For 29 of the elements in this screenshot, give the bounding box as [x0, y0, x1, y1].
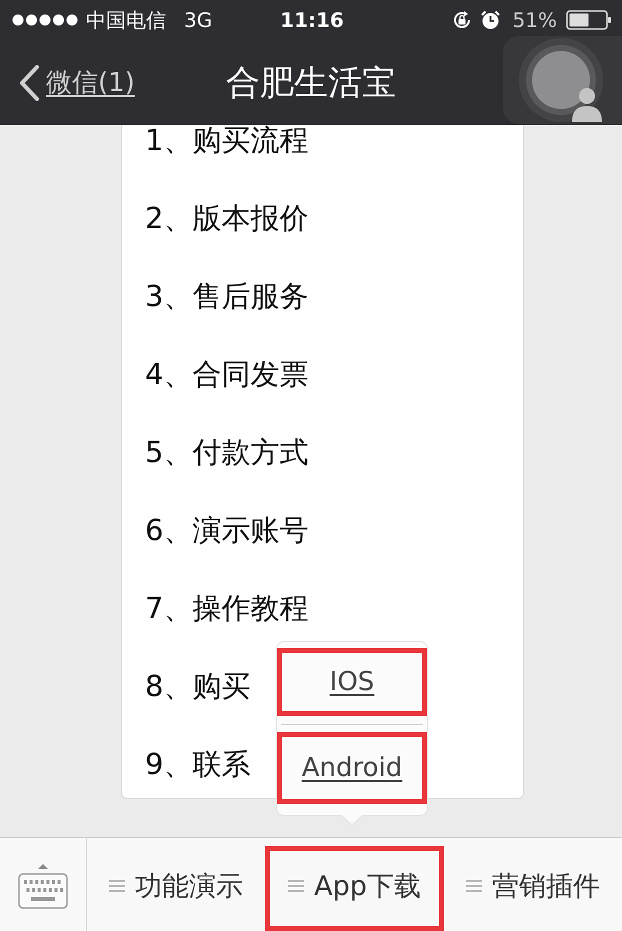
menu-tab[interactable]: App下载 — [265, 846, 444, 931]
floating-button[interactable] — [503, 36, 622, 124]
signal-dots-icon — [12, 14, 78, 26]
menu-text-line: 1、购买流程 — [145, 125, 308, 155]
menu-text-line: 4、合同发票 — [145, 359, 308, 389]
popup-menu-item[interactable]: IOS — [277, 648, 427, 716]
menu-tab[interactable]: 营销插件 — [444, 846, 622, 931]
clock-time: 11:16 — [280, 8, 344, 32]
menu-text-line: 3、售后服务 — [145, 281, 308, 311]
rotation-lock-icon — [452, 10, 472, 30]
network-type: 3G — [184, 8, 212, 32]
carrier-name: 中国电信 — [86, 6, 166, 34]
menu-tab[interactable]: 功能演示 — [87, 846, 266, 931]
battery-icon — [566, 10, 612, 30]
page-title: 合肥生活宝 — [226, 62, 396, 104]
menu-text-line: 5、付款方式 — [145, 437, 308, 467]
battery-percent: 51% — [512, 8, 557, 32]
back-button[interactable]: 微信(1) — [18, 64, 135, 100]
menu-text-line: 6、演示账号 — [145, 515, 308, 545]
chevron-left-icon — [18, 64, 40, 100]
menu-icon — [109, 878, 126, 892]
menu-icon — [288, 878, 304, 892]
menu-icon — [466, 878, 482, 892]
menu-text-line: 7、操作教程 — [145, 593, 308, 623]
menu-text-line: 8、购买 — [145, 671, 250, 701]
alarm-clock-icon — [480, 10, 500, 30]
popup-menu-item[interactable]: Android — [277, 732, 427, 804]
menu-text-line: 9、联系 — [145, 749, 250, 779]
menu-text-line: 2、版本报价 — [145, 203, 308, 233]
